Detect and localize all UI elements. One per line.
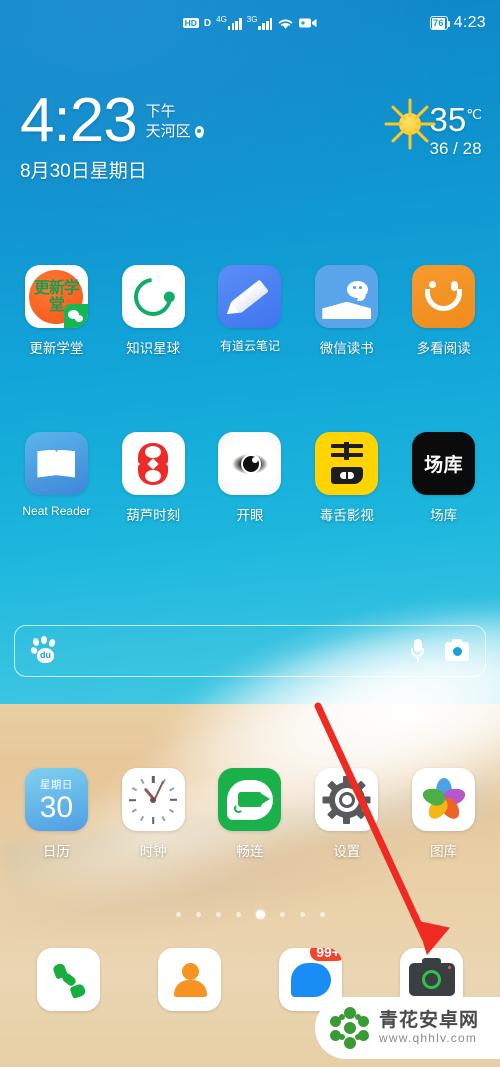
app-label: 时钟 [139, 844, 167, 859]
app-row-3: 星期日 30 日历 时钟 畅连 设置 图库 [0, 768, 500, 860]
page-dot[interactable] [279, 912, 285, 917]
location-pin-icon [194, 126, 204, 138]
baidu-logo-text: du [40, 650, 51, 660]
gengxin-xuetang-icon[interactable]: 更新学堂 [24, 265, 88, 328]
page-dot[interactable] [235, 912, 241, 917]
app-label: 微信读书 [319, 341, 374, 356]
app-label: 更新学堂 [29, 341, 84, 356]
page-dot[interactable] [319, 912, 325, 917]
app-weixin-dushu[interactable]: 微信读书 [298, 265, 395, 357]
sun-icon [384, 98, 436, 150]
watermark: 青花安卓网 www.qhhlv.com [315, 997, 500, 1059]
calendar-weekday: 星期日 [39, 778, 73, 791]
signal-3g-label: 3G [246, 14, 258, 24]
weather-temperature: 35 [429, 101, 467, 138]
signal-4g-icon: 4G [216, 14, 242, 30]
qinghua-network-logo [329, 1007, 371, 1049]
baidu-paw-icon: du [29, 636, 57, 664]
app-hulu-shike[interactable]: 葫芦时刻 [105, 432, 202, 524]
battery-level: 76 [432, 17, 445, 29]
app-label: 知识星球 [126, 341, 181, 356]
widget-location[interactable]: 天河区 [146, 122, 204, 142]
status-bar-time: 4:23 [453, 14, 486, 31]
app-label: 畅连 [236, 844, 264, 859]
duokan-yuedu-icon[interactable] [412, 265, 476, 328]
app-label: 日历 [42, 844, 70, 859]
dock-item-contacts[interactable] [129, 948, 250, 1011]
gallery-icon[interactable] [412, 768, 476, 831]
calendar-day: 30 [39, 790, 74, 824]
dushe-yingshi-icon[interactable] [315, 432, 379, 495]
wechat-badge [63, 304, 88, 328]
clock-weather-widget[interactable]: 4:23 下午 天河区 8月30日星期日 35℃ 36 / 28 [0, 90, 500, 183]
page-indicator[interactable] [0, 910, 500, 919]
app-row-1: 更新学堂 更新学堂 知识星球 有道云笔记 微信读书 多看阅读 [0, 265, 500, 357]
neat-reader-icon[interactable] [24, 432, 88, 495]
weather-high-low: 36 / 28 [429, 139, 482, 158]
app-youdao-note[interactable]: 有道云笔记 [202, 265, 299, 357]
app-label: 场库 [430, 508, 458, 523]
app-dushe-yingshi[interactable]: 毒舌影视 [298, 432, 395, 524]
watermark-site-name: 青花安卓网 [379, 1010, 480, 1031]
app-row-2: Neat Reader 葫芦时刻 开眼 毒舌影视 场库 场库 [0, 432, 500, 524]
app-label: 设置 [333, 844, 361, 859]
page-dot-active[interactable] [255, 910, 265, 919]
hulu-shike-icon[interactable] [121, 432, 185, 495]
widget-time[interactable]: 4:23 [20, 90, 138, 152]
app-gallery[interactable]: 图库 [395, 768, 492, 860]
changku-icon[interactable]: 场库 [412, 432, 476, 495]
settings-gear-icon[interactable] [315, 768, 379, 831]
signal-3g-icon: 3G [246, 14, 273, 30]
app-changlian[interactable]: 畅连 [202, 768, 299, 860]
page-dot[interactable] [215, 912, 221, 917]
calendar-icon[interactable]: 星期日 30 [24, 768, 88, 831]
app-label: 图库 [430, 844, 458, 859]
clock-icon[interactable] [121, 768, 185, 831]
app-label: 毒舌影视 [319, 508, 374, 523]
phone-icon[interactable] [37, 948, 100, 1011]
kaiyan-icon[interactable] [218, 432, 282, 495]
app-kaiyan[interactable]: 开眼 [202, 432, 299, 524]
app-clock[interactable]: 时钟 [105, 768, 202, 860]
hd-icon: HD [182, 17, 199, 29]
app-label: Neat Reader [22, 504, 91, 518]
camera-icon[interactable] [445, 638, 469, 661]
messages-badge: 99+ [308, 948, 342, 963]
app-label: 多看阅读 [416, 341, 471, 356]
weixin-dushu-icon[interactable] [315, 265, 379, 328]
widget-ampm: 下午 [145, 103, 176, 120]
youdao-note-icon[interactable] [218, 265, 282, 328]
changku-icon-text: 场库 [424, 455, 464, 476]
zhishi-xingqiu-icon[interactable] [121, 265, 185, 328]
app-changku[interactable]: 场库 场库 [395, 432, 492, 524]
page-dot[interactable] [299, 912, 305, 917]
app-duokan-yuedu[interactable]: 多看阅读 [395, 265, 492, 357]
widget-date: 8月30日星期日 [20, 161, 147, 182]
widget-location-label: 天河区 [145, 123, 191, 140]
app-label: 有道云笔记 [219, 339, 280, 353]
video-record-icon [299, 18, 317, 28]
wifi-icon [279, 19, 293, 29]
app-calendar[interactable]: 星期日 30 日历 [8, 768, 105, 860]
dock-item-phone[interactable] [8, 948, 129, 1011]
app-zhishi-xingqiu[interactable]: 知识星球 [105, 265, 202, 357]
watermark-url: www.qhhlv.com [379, 1031, 478, 1045]
page-dot[interactable] [175, 912, 181, 917]
weather-unit: ℃ [466, 106, 482, 122]
weather-widget[interactable]: 35℃ 36 / 28 [384, 98, 482, 159]
contacts-icon[interactable] [158, 948, 221, 1011]
app-neat-reader[interactable]: Neat Reader [8, 432, 105, 524]
status-bar: HD D 4G 3G 76 4:23 [0, 0, 500, 46]
app-settings[interactable]: 设置 [298, 768, 395, 860]
battery-icon: 76 [430, 16, 450, 30]
signal-4g-label: 4G [216, 14, 227, 24]
microphone-icon[interactable] [410, 639, 425, 663]
changlian-icon[interactable] [218, 768, 282, 831]
page-dot[interactable] [195, 912, 201, 917]
data-icon: D [203, 17, 212, 29]
baidu-search-bar[interactable]: du [14, 625, 486, 677]
app-label: 开眼 [236, 508, 264, 523]
app-gengxin-xuetang[interactable]: 更新学堂 更新学堂 [8, 265, 105, 357]
app-label: 葫芦时刻 [126, 508, 181, 523]
